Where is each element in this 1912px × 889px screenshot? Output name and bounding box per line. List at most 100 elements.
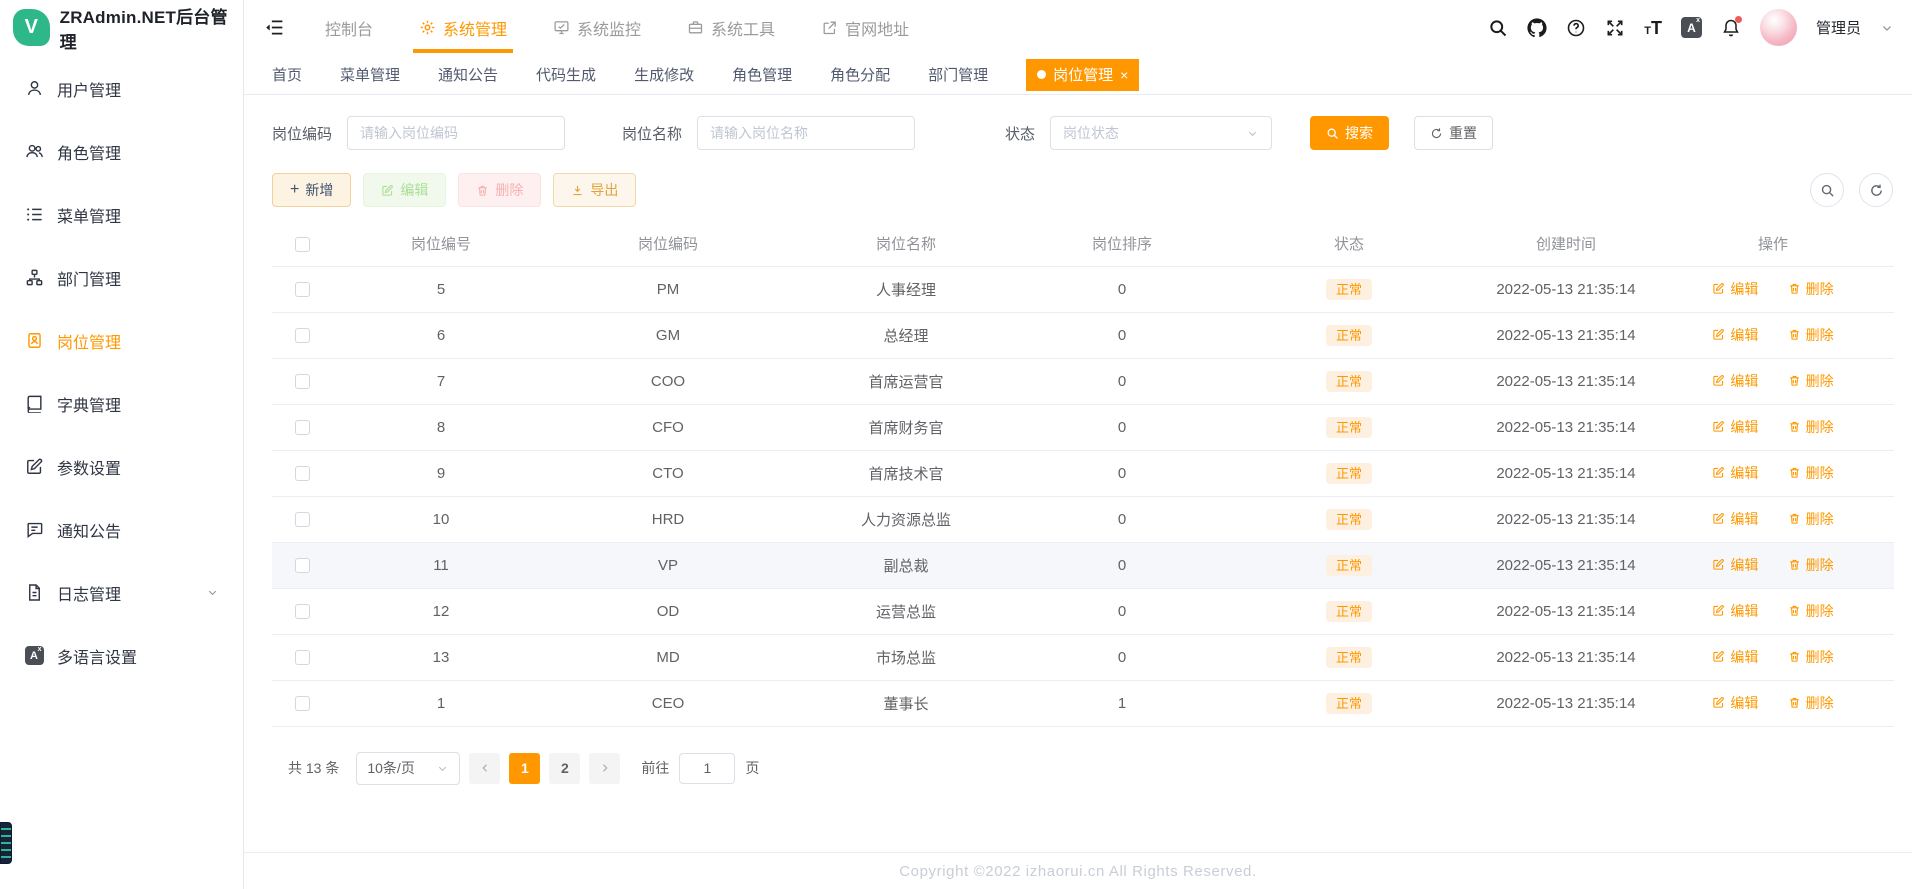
tab-close-icon[interactable]: × [1120, 68, 1128, 82]
row-checkbox[interactable] [294, 696, 310, 712]
tab-label: 首页 [272, 67, 303, 84]
search-button[interactable]: 搜索 [1310, 116, 1390, 150]
row-edit-button[interactable]: 编辑 [1712, 555, 1758, 575]
add-button[interactable]: + 新增 [272, 173, 352, 207]
search-icon[interactable] [1488, 18, 1508, 38]
sidebar-item-logs[interactable]: 日志管理 [0, 561, 243, 624]
sidebar-item-menus[interactable]: 菜单管理 [0, 183, 243, 246]
sidebar-item-users[interactable]: 用户管理 [0, 57, 243, 120]
tab[interactable]: 部门管理 × [928, 59, 988, 91]
github-icon[interactable] [1527, 17, 1547, 38]
row-checkbox[interactable] [294, 558, 310, 574]
tab[interactable]: 生成修改 × [634, 59, 694, 91]
row-checkbox[interactable] [294, 420, 310, 436]
app-logo[interactable]: V ZRAdmin.NET后台管理 [0, 0, 243, 55]
post-code-input[interactable] [347, 116, 566, 150]
cell-post-code: HRD [550, 496, 786, 543]
row-checkbox[interactable] [294, 374, 310, 390]
app-root: V ZRAdmin.NET后台管理 用户管理 角色管理 菜单管理 部门管理 岗位… [0, 0, 1912, 889]
sidebar-item-departments[interactable]: 部门管理 [0, 246, 243, 309]
page-number-button[interactable]: 2 [549, 752, 581, 784]
tab[interactable]: 岗位管理 × [1026, 58, 1140, 91]
sidebar-item-languages[interactable]: Ax 多语言设置 [0, 624, 243, 687]
row-edit-button[interactable]: 编辑 [1712, 325, 1758, 345]
show-search-button[interactable] [1810, 173, 1844, 207]
avatar[interactable] [1759, 9, 1797, 46]
nav-item-console[interactable]: 控制台 [325, 0, 373, 55]
status-badge: 正常 [1325, 692, 1372, 714]
sidebar-item-notices[interactable]: 通知公告 [0, 498, 243, 561]
edit-button[interactable]: 编辑 [363, 173, 447, 207]
row-checkbox[interactable] [294, 512, 310, 528]
select-all-checkbox[interactable] [294, 236, 310, 252]
row-delete-button[interactable]: 删除 [1788, 647, 1834, 667]
cell-post-sort: 0 [1026, 312, 1218, 359]
prev-page-button[interactable] [469, 752, 501, 784]
row-edit-button[interactable]: 编辑 [1712, 647, 1758, 667]
status-select[interactable]: 岗位状态 [1050, 116, 1273, 150]
row-checkbox[interactable] [294, 466, 310, 482]
chevron-down-icon[interactable] [1880, 21, 1894, 35]
cell-post-code: CFO [550, 404, 786, 451]
row-edit-button[interactable]: 编辑 [1712, 417, 1758, 437]
sidebar-item-roles[interactable]: 角色管理 [0, 120, 243, 183]
nav-item-system-monitor[interactable]: 系统监控 [553, 0, 641, 55]
nav-item-website[interactable]: 官网地址 [821, 0, 909, 55]
tab[interactable]: 通知公告 × [438, 59, 498, 91]
row-checkbox[interactable] [294, 650, 310, 666]
row-delete-button[interactable]: 删除 [1788, 325, 1834, 345]
plus-icon: + [290, 181, 300, 198]
row-delete-button[interactable]: 删除 [1788, 463, 1834, 483]
cell-post-sort: 0 [1026, 496, 1218, 543]
row-edit-button[interactable]: 编辑 [1712, 463, 1758, 483]
edit-icon [1713, 559, 1725, 570]
fullscreen-icon[interactable] [1605, 18, 1625, 38]
row-delete-button[interactable]: 删除 [1788, 279, 1834, 299]
sidebar-item-parameters[interactable]: 参数设置 [0, 435, 243, 498]
nav-item-system-mgmt[interactable]: 系统管理 [413, 0, 514, 55]
row-edit-button[interactable]: 编辑 [1712, 371, 1758, 391]
sidebar-item-posts[interactable]: 岗位管理 [0, 309, 243, 372]
post-name-input[interactable] [697, 116, 916, 150]
help-icon[interactable] [1566, 18, 1586, 38]
row-checkbox[interactable] [294, 282, 310, 298]
export-button[interactable]: 导出 [553, 173, 637, 207]
row-delete-button[interactable]: 删除 [1788, 555, 1834, 575]
page-size-select[interactable]: 10条/页 [356, 751, 461, 785]
font-size-icon[interactable]: TT [1644, 19, 1662, 37]
row-delete-button[interactable]: 删除 [1788, 693, 1834, 713]
tab[interactable]: 角色分配 × [830, 59, 890, 91]
next-page-button[interactable] [589, 752, 621, 784]
row-edit-button[interactable]: 编辑 [1712, 693, 1758, 713]
language-switch-icon[interactable]: Ax [1680, 17, 1702, 38]
nav-item-label: 官网地址 [845, 21, 910, 39]
row-edit-button[interactable]: 编辑 [1712, 601, 1758, 621]
row-checkbox[interactable] [294, 604, 310, 620]
goto-page-input[interactable] [679, 752, 736, 784]
row-delete-button[interactable]: 删除 [1788, 371, 1834, 391]
tab[interactable]: 首页 × [272, 59, 302, 91]
row-delete-button[interactable]: 删除 [1788, 417, 1834, 437]
nav-item-system-tools[interactable]: 系统工具 [687, 0, 775, 55]
cell-post-name: 董事长 [786, 680, 1026, 727]
sidebar-fold-button[interactable] [264, 17, 285, 38]
cell-post-id: 1 [332, 680, 550, 727]
row-delete-button[interactable]: 删除 [1788, 509, 1834, 529]
message-icon [24, 520, 44, 540]
tab[interactable]: 代码生成 × [536, 59, 596, 91]
page-number-button[interactable]: 1 [509, 752, 541, 784]
delete-button[interactable]: 删除 [458, 173, 542, 207]
sidebar-item-dictionary[interactable]: 字典管理 [0, 372, 243, 435]
edit-square-icon [24, 457, 44, 477]
row-edit-button[interactable]: 编辑 [1712, 279, 1758, 299]
tab[interactable]: 菜单管理 × [340, 59, 400, 91]
user-name[interactable]: 管理员 [1816, 17, 1861, 38]
reset-button[interactable]: 重置 [1414, 116, 1494, 150]
row-delete-button[interactable]: 删除 [1788, 601, 1834, 621]
row-edit-button[interactable]: 编辑 [1712, 509, 1758, 529]
trash-icon [1789, 284, 1799, 294]
bell-icon[interactable] [1721, 15, 1742, 38]
refresh-button[interactable] [1859, 173, 1893, 207]
tab[interactable]: 角色管理 × [732, 59, 792, 91]
row-checkbox[interactable] [294, 328, 310, 344]
